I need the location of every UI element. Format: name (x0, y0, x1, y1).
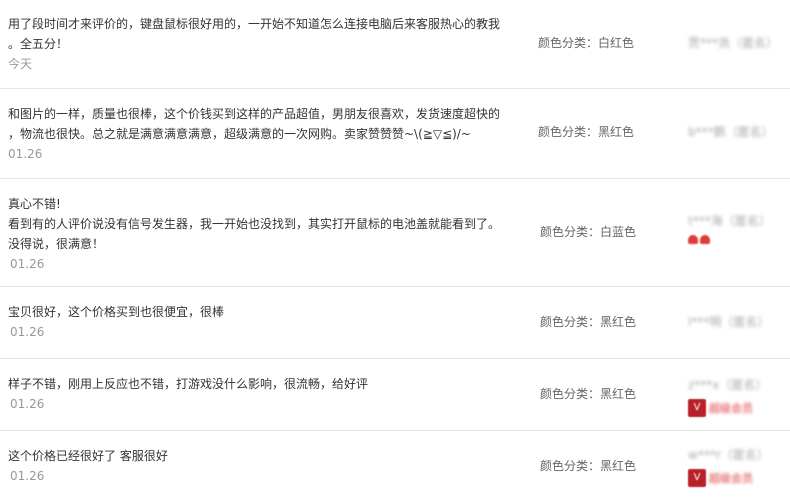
sku-info: 颜色分类：黑红色 (540, 387, 637, 401)
heart-level-badge (688, 235, 788, 244)
reviewer: l***明（匿名） (688, 313, 788, 330)
review-text-line: 。全五分！ (8, 37, 69, 51)
review-date: 01.26 (10, 397, 45, 411)
review-text-line: 用了段时间才来评价的，键盘鼠标很好用的，一开始不知道怎么连接电脑后来客服热心的教… (8, 17, 501, 31)
vip-icon: V (688, 469, 706, 487)
reviewer-name[interactable]: w***r（匿名） (688, 446, 769, 463)
reviewer-name[interactable]: l***明（匿名） (688, 313, 769, 330)
review-date: 今天 (8, 57, 33, 71)
vip-badge: V 超级会员 (688, 399, 788, 417)
review-content: 用了段时间才来评价的，键盘鼠标很好用的，一开始不知道怎么连接电脑后来客服热心的教… (8, 14, 518, 74)
review-text-line: 看到有的人评价说没有信号发生器，我一开始也没找到，其实打开鼠标的电池盖就能看到了… (8, 217, 501, 231)
review-row: 用了段时间才来评价的，键盘鼠标很好用的，一开始不知道怎么连接电脑后来客服热心的教… (0, 0, 790, 89)
review-content: 宝贝很好，这个价格买到也很便宜，很棒 01.26 (8, 302, 518, 342)
review-content: 真心不错! 看到有的人评价说没有信号发生器，我一开始也没找到，其实打开鼠标的电池… (8, 194, 518, 274)
reviewer: z***x（匿名） V 超级会员 (688, 376, 788, 417)
review-text-line: ，物流也很快。总之就是满意满意满意，超级满意的一次网购。卖家赞赞赞~\(≧▽≦)… (8, 127, 471, 141)
review-date: 01.26 (10, 469, 45, 483)
reviewer-name[interactable]: t***海（匿名） (688, 212, 771, 229)
review-date: 01.26 (8, 147, 43, 161)
vip-label: 超级会员 (709, 402, 753, 415)
review-row: 这个价格已经很好了 客服很好 01.26 颜色分类：黑红色 w***r（匿名） … (0, 430, 790, 503)
sku-info: 颜色分类：黑红色 (540, 459, 637, 473)
reviewer-name[interactable]: b***鹏（匿名） (688, 123, 774, 140)
heart-icon (700, 235, 710, 244)
vip-icon: V (688, 399, 706, 417)
reviewer: w***r（匿名） V 超级会员 (688, 446, 788, 487)
reviewer: t***海（匿名） (688, 212, 788, 244)
reviewer: b***鹏（匿名） (688, 123, 788, 140)
review-row: 真心不错! 看到有的人评价说没有信号发生器，我一开始也没找到，其实打开鼠标的电池… (0, 178, 790, 287)
reviewer: 贾***尧（匿名） (688, 34, 788, 51)
review-content: 样子不错，刚用上反应也不错，打游戏没什么影响，很流畅，给好评 01.26 (8, 374, 518, 414)
heart-icon (688, 235, 698, 244)
review-row: 和图片的一样，质量也很棒，这个价钱买到这样的产品超值，男朋友很喜欢，发货速度超快… (0, 88, 790, 179)
review-row: 宝贝很好，这个价格买到也很便宜，很棒 01.26 颜色分类：黑红色 l***明（… (0, 286, 790, 359)
review-text-line: 和图片的一样，质量也很棒，这个价钱买到这样的产品超值，男朋友很喜欢，发货速度超快… (8, 107, 501, 121)
review-text-line: 真心不错! (8, 197, 61, 211)
sku-info: 颜色分类：白红色 (538, 36, 635, 50)
review-text-line: 样子不错，刚用上反应也不错，打游戏没什么影响，很流畅，给好评 (8, 377, 369, 391)
review-text-line: 宝贝很好，这个价格买到也很便宜，很棒 (8, 305, 225, 319)
review-row: 样子不错，刚用上反应也不错，打游戏没什么影响，很流畅，给好评 01.26 颜色分… (0, 358, 790, 431)
vip-label: 超级会员 (709, 472, 753, 485)
sku-info: 颜色分类：白蓝色 (540, 225, 637, 239)
review-date: 01.26 (10, 257, 45, 271)
review-text-line: 没得说，很满意！ (8, 237, 105, 251)
review-date: 01.26 (10, 325, 45, 339)
reviewer-name[interactable]: 贾***尧（匿名） (688, 34, 778, 51)
sku-info: 颜色分类：黑红色 (540, 315, 637, 329)
reviewer-name[interactable]: z***x（匿名） (688, 376, 767, 393)
review-content: 和图片的一样，质量也很棒，这个价钱买到这样的产品超值，男朋友很喜欢，发货速度超快… (8, 104, 518, 164)
review-content: 这个价格已经很好了 客服很好 01.26 (8, 446, 518, 486)
sku-info: 颜色分类：黑红色 (538, 125, 635, 139)
review-text-line: 这个价格已经很好了 客服很好 (8, 449, 168, 463)
vip-badge: V 超级会员 (688, 469, 788, 487)
